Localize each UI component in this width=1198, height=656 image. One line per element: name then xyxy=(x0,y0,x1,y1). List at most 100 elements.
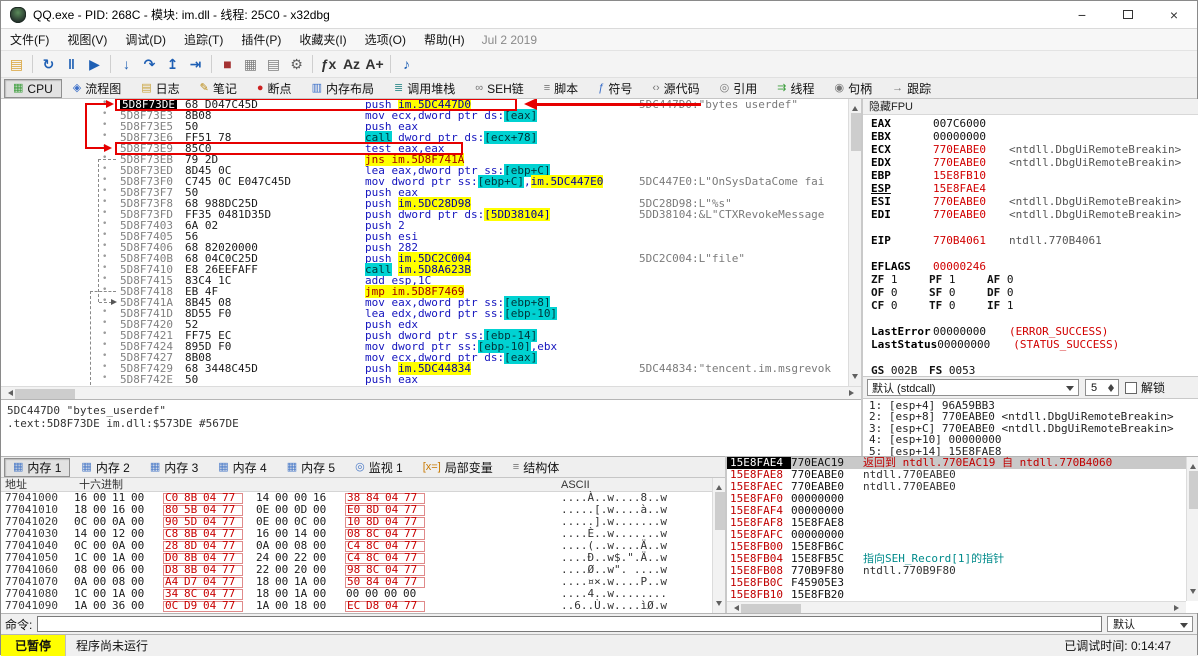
register-row-laststatus[interactable]: LastStatus00000000(STATUS_SUCCESS) xyxy=(863,338,1198,351)
maximize-button[interactable] xyxy=(1105,1,1151,28)
stack-hscrollbar[interactable] xyxy=(727,601,1186,613)
flag-af[interactable]: AF 0 xyxy=(987,273,1045,286)
tab-trace-view[interactable]: →跟踪 xyxy=(883,79,940,98)
menu-favourites[interactable]: 收藏夹(I) xyxy=(290,29,355,51)
register-row-eip[interactable]: EIP770B4061ntdll.770B4061 xyxy=(863,234,1198,247)
restart-icon[interactable]: ↻ xyxy=(37,53,60,75)
menu-options[interactable]: 选项(O) xyxy=(356,29,415,51)
run-icon[interactable]: ▶ xyxy=(83,53,106,75)
tab-graph[interactable]: ◈流程图 xyxy=(64,79,130,98)
dump-row[interactable]: 770410901A0036000CD904771A001800ECD80477… xyxy=(1,600,725,612)
scroll-down-icon[interactable] xyxy=(716,601,722,609)
argument-row[interactable]: 5: [esp+14] 15E8FAE8 xyxy=(863,446,1198,456)
open-file-icon[interactable]: ▤ xyxy=(5,53,28,75)
pause-icon[interactable]: ‖ xyxy=(60,53,83,75)
tab-struct[interactable]: ≡结构体 xyxy=(504,458,568,477)
settings-icon[interactable]: ⚙ xyxy=(285,53,308,75)
close-button[interactable]: × xyxy=(1151,1,1197,28)
stack-panel[interactable]: 15E8FAE4770EAC19返回到 ntdll.770EAC19 自 ntd… xyxy=(727,456,1198,613)
disasm-row[interactable]: •5D8F742E50push eax xyxy=(1,374,848,385)
flag-cf[interactable]: CF 0 xyxy=(871,299,929,312)
appearance-font-icon[interactable]: Az xyxy=(340,53,363,75)
disassembly-hscrollbar[interactable] xyxy=(1,386,861,399)
menu-file[interactable]: 文件(F) xyxy=(1,29,58,51)
command-input[interactable] xyxy=(37,616,1102,632)
trace-coverage-icon[interactable]: ▦ xyxy=(239,53,262,75)
register-row-esp[interactable]: ESP15E8FAE4 xyxy=(863,182,1198,195)
argument-count-stepper[interactable]: 5 xyxy=(1085,379,1119,396)
flag-tf[interactable]: TF 0 xyxy=(929,299,987,312)
register-row-edx[interactable]: EDX770EABE0<ntdll.DbgUiRemoteBreakin> xyxy=(863,156,1198,169)
register-row[interactable]: OF 0SF 0DF 0 xyxy=(863,286,1198,299)
memory-dump-panel[interactable]: 地址 十六进制 ASCII 7704100016001100C08B047714… xyxy=(1,478,725,613)
dump-vscrollbar[interactable] xyxy=(712,478,725,613)
disassembly-panel[interactable]: •5D8F73DE68 D047C45Dpush im.5DC447D05DC4… xyxy=(1,99,861,386)
tab-call-stack[interactable]: ≣调用堆栈 xyxy=(385,79,464,98)
disassembly-vscrollbar[interactable] xyxy=(848,99,861,386)
record-trace-icon[interactable]: ■ xyxy=(216,53,239,75)
tab-seh-chain[interactable]: ∞SEH链 xyxy=(466,79,533,98)
register-row[interactable]: ZF 1PF 1AF 0 xyxy=(863,273,1198,286)
register-row-esi[interactable]: ESI770EABE0<ntdll.DbgUiRemoteBreakin> xyxy=(863,195,1198,208)
register-row-ecx[interactable]: ECX770EABE0<ntdll.DbgUiRemoteBreakin> xyxy=(863,143,1198,156)
arguments-panel[interactable]: 1: [esp+4] 96A59BB32: [esp+8] 770EABE0 <… xyxy=(863,398,1198,456)
scroll-up-icon[interactable] xyxy=(1190,461,1196,469)
command-profile-select[interactable]: 默认 xyxy=(1107,616,1193,632)
text-size-icon[interactable]: A+ xyxy=(363,53,386,75)
tab-notes[interactable]: ✎笔记 xyxy=(191,79,246,98)
tab-watch1[interactable]: ◎监视 1 xyxy=(346,458,412,477)
tab-source[interactable]: ‹›源代码 xyxy=(643,79,708,98)
tab-references[interactable]: ◎引用 xyxy=(711,79,767,98)
tab-dump3[interactable]: ▦内存 3 xyxy=(141,458,207,477)
flag-if[interactable]: IF 1 xyxy=(987,299,1045,312)
flag-fs[interactable]: FS 0053 xyxy=(929,364,987,376)
tab-dump1[interactable]: ▦内存 1 xyxy=(4,458,70,477)
scroll-left-icon[interactable] xyxy=(731,605,739,611)
register-row-edi[interactable]: EDI770EABE0<ntdll.DbgUiRemoteBreakin> xyxy=(863,208,1198,221)
tab-log[interactable]: ▤日志 xyxy=(132,79,188,98)
flag-of[interactable]: OF 0 xyxy=(871,286,929,299)
menu-trace[interactable]: 追踪(T) xyxy=(175,29,232,51)
sound-notification-icon[interactable]: ♪ xyxy=(395,53,418,75)
tab-locals[interactable]: [x=]局部变量 xyxy=(414,458,502,477)
tab-script[interactable]: ≡脚本 xyxy=(535,79,587,98)
minimize-button[interactable]: − xyxy=(1059,1,1105,28)
flag-sf[interactable]: SF 0 xyxy=(929,286,987,299)
menu-help[interactable]: 帮助(H) xyxy=(415,29,474,51)
hide-fpu-button[interactable]: 隐藏FPU xyxy=(863,99,1198,115)
register-row[interactable]: CF 0TF 0IF 1 xyxy=(863,299,1198,312)
tab-dump2[interactable]: ▦内存 2 xyxy=(72,458,138,477)
scroll-down-icon[interactable] xyxy=(1190,589,1196,597)
argument-row[interactable]: 4: [esp+10] 00000000 xyxy=(863,434,1198,445)
scrollbar-thumb[interactable] xyxy=(1189,471,1198,509)
step-into-icon[interactable]: ↓ xyxy=(115,53,138,75)
tab-cpu[interactable]: ▦CPU xyxy=(4,79,62,98)
register-row-ebp[interactable]: EBP15E8FB10 xyxy=(863,169,1198,182)
register-row-eflags[interactable]: EFLAGS00000246 xyxy=(863,260,1198,273)
log-window-icon[interactable]: ▤ xyxy=(262,53,285,75)
scrollbar-thumb[interactable] xyxy=(15,389,75,399)
scroll-up-icon[interactable] xyxy=(852,103,858,111)
register-row-ebx[interactable]: EBX00000000 xyxy=(863,130,1198,143)
flag-df[interactable]: DF 0 xyxy=(987,286,1045,299)
registers-panel[interactable]: 隐藏FPU EAX007C6000EBX00000000ECX770EABE0<… xyxy=(863,99,1198,376)
stack-row[interactable]: 15E8FB1015E8FB20 xyxy=(727,589,1198,601)
scroll-up-icon[interactable] xyxy=(716,482,722,490)
register-row-lasterror[interactable]: LastError00000000(ERROR_SUCCESS) xyxy=(863,325,1198,338)
scrollbar-thumb[interactable] xyxy=(851,113,861,151)
scroll-right-icon[interactable] xyxy=(849,390,857,396)
preferences-fx-icon[interactable]: ƒx xyxy=(317,53,340,75)
run-to-user-code-icon[interactable]: ⇥ xyxy=(184,53,207,75)
menu-plugins[interactable]: 插件(P) xyxy=(232,29,290,51)
menu-view[interactable]: 视图(V) xyxy=(58,29,116,51)
execute-till-return-icon[interactable]: ↥ xyxy=(161,53,184,75)
scroll-left-icon[interactable] xyxy=(5,390,13,396)
scrollbar-thumb[interactable] xyxy=(741,604,801,614)
step-over-icon[interactable]: ↷ xyxy=(138,53,161,75)
tab-handles[interactable]: ◉句柄 xyxy=(826,79,882,98)
flag-pf[interactable]: PF 1 xyxy=(929,273,987,286)
scroll-down-icon[interactable] xyxy=(852,374,858,382)
scrollbar-thumb[interactable] xyxy=(715,492,725,530)
menu-debug[interactable]: 调试(D) xyxy=(116,29,175,51)
flag-zf[interactable]: ZF 1 xyxy=(871,273,929,286)
